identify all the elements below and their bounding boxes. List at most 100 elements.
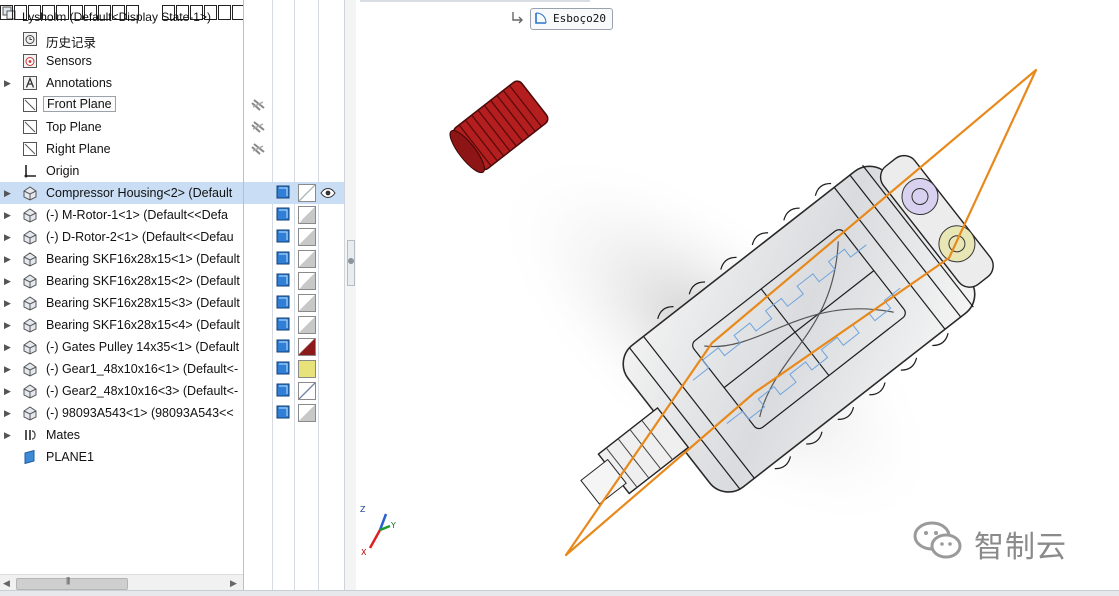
tree-item-origin[interactable]: Origin [0,160,243,182]
part-icon [23,230,37,245]
expand-arrow-icon[interactable]: ▶ [4,210,12,220]
sketch-arrow-icon [512,12,523,24]
expand-arrow-icon[interactable]: ▶ [4,342,12,352]
display-row[interactable] [244,226,344,248]
tree-item-bearing-2[interactable]: ▶ Bearing SKF16x28x15<2> (Default [0,270,243,292]
appearance-swatch[interactable] [298,206,316,224]
display-mode-cube-icon[interactable] [276,339,290,353]
expand-arrow-icon[interactable]: ▶ [4,430,12,440]
part-icon [23,274,37,289]
appearance-swatch-red[interactable] [298,338,316,356]
tree-item-label: (-) M-Rotor-1<1> (Default<<Defa [46,208,229,222]
appearance-swatch[interactable] [298,272,316,290]
appearance-swatch[interactable] [298,382,316,400]
expand-arrow-icon[interactable]: ▶ [4,364,12,374]
tree-item-top-plane[interactable]: Top Plane [0,116,243,138]
display-row[interactable] [244,292,344,314]
part-icon [23,406,37,421]
expand-arrow-icon[interactable]: ▶ [4,232,12,242]
tree-item-label: (-) Gear2_48x10x16<3> (Default<- [46,384,239,398]
tree-item-gates-pulley[interactable]: ▶ (-) Gates Pulley 14x35<1> (Default [0,336,243,358]
tree-item-right-plane[interactable]: Right Plane [0,138,243,160]
expand-arrow-icon[interactable]: ▶ [4,298,12,308]
scroll-right-icon[interactable]: ▶ [230,578,237,589]
scroll-thumb[interactable] [16,578,128,590]
display-mode-cube-icon[interactable] [276,361,290,375]
tree-root-row[interactable]: Lysholm (Default<Display State-1>) [0,0,243,26]
expand-arrow-icon[interactable]: ▶ [4,386,12,396]
display-row[interactable] [244,402,344,424]
tree-item-history[interactable]: 历史记录 [0,28,243,50]
tree-horizontal-scrollbar[interactable]: ◀ ||| ▶ [0,574,243,591]
plane-icon [23,98,37,112]
hidden-eye-icon[interactable] [250,97,266,113]
tree-item-compressor-housing[interactable]: ▶ Compressor Housing<2> (Default [0,182,243,204]
appearance-swatch-yellow[interactable] [298,360,316,378]
display-mode-cube-icon[interactable] [276,295,290,309]
hidden-eye-icon[interactable] [250,141,266,157]
scroll-left-icon[interactable]: ◀ [3,578,10,589]
appearance-swatch[interactable] [298,294,316,312]
eye-icon[interactable] [320,186,336,200]
expand-arrow-icon[interactable]: ▶ [4,188,12,198]
appearance-swatch[interactable] [298,228,316,246]
display-row[interactable] [244,358,344,380]
display-mode-cube-icon[interactable] [276,273,290,287]
display-row[interactable] [244,204,344,226]
tree-item-sensors[interactable]: Sensors [0,50,243,72]
tree-item-gear2[interactable]: ▶ (-) Gear2_48x10x16<3> (Default<- [0,380,243,402]
tree-item-label: Sensors [46,54,92,68]
expand-arrow-icon[interactable]: ▶ [4,254,12,264]
display-mode-cube-icon[interactable] [276,207,290,221]
appearance-swatch[interactable] [298,316,316,334]
tree-item-bearing-4[interactable]: ▶ Bearing SKF16x28x15<4> (Default [0,314,243,336]
display-mode-cube-icon[interactable] [276,317,290,331]
expand-arrow-icon[interactable]: ▶ [4,276,12,286]
appearance-swatch[interactable] [298,250,316,268]
expand-arrow-icon[interactable]: ▶ [4,408,12,418]
hidden-eye-icon[interactable] [250,119,266,135]
tree-item-gear1[interactable]: ▶ (-) Gear1_48x10x16<1> (Default<- [0,358,243,380]
tree-item-label: Mates [46,428,81,442]
tree-item-d-rotor[interactable]: ▶ (-) D-Rotor-2<1> (Default<<Defau [0,226,243,248]
appearance-swatch[interactable] [298,184,316,202]
tree-root-label: Lysholm (Default<Display State-1>) [22,10,211,24]
tree-item-label: Compressor Housing<2> (Default [46,186,233,200]
tree-item-label: Annotations [46,76,113,90]
display-mode-cube-icon[interactable] [276,229,290,243]
appearance-swatch[interactable] [298,404,316,422]
display-row[interactable] [244,182,344,204]
tree-item-m-rotor[interactable]: ▶ (-) M-Rotor-1<1> (Default<<Defa [0,204,243,226]
display-row[interactable] [244,248,344,270]
part-icon [23,340,37,355]
tree-item-label: Bearing SKF16x28x15<1> (Default [46,252,240,266]
tree-item-bearing-1[interactable]: ▶ Bearing SKF16x28x15<1> (Default [0,248,243,270]
tree-item-label: Right Plane [46,142,111,156]
graphics-area[interactable]: Esboço20 X Y Z 智制云 [356,0,1119,595]
tree-item-plane1[interactable]: PLANE1 [0,446,243,468]
display-mode-cube-icon[interactable] [276,405,290,419]
lysholm-compressor-model[interactable] [356,0,1119,595]
expand-arrow-icon[interactable]: ▶ [4,320,12,330]
expand-arrow-icon[interactable]: ▶ [4,78,12,88]
display-mode-cube-icon[interactable] [276,383,290,397]
tree-item-label: 历史记录 [46,36,97,50]
sensors-icon [23,54,37,68]
display-row[interactable] [244,336,344,358]
tree-item-front-plane[interactable]: Front Plane [0,94,243,116]
display-mode-cube-icon[interactable] [276,185,290,199]
plane-icon [23,142,37,156]
tree-item-label: Bearing SKF16x28x15<4> (Default [46,318,240,332]
tree-item-mates[interactable]: ▶ Mates [0,424,243,446]
display-row[interactable] [244,270,344,292]
tree-item-bearing-3[interactable]: ▶ Bearing SKF16x28x15<3> (Default [0,292,243,314]
sketch-icon [535,12,547,24]
tree-item-98093a543[interactable]: ▶ (-) 98093A543<1> (98093A543<< [0,402,243,424]
tree-item-label: Origin [46,164,80,178]
display-row[interactable] [244,380,344,402]
tree-item-label: (-) D-Rotor-2<1> (Default<<Defau [46,230,234,244]
tree-item-annotations[interactable]: ▶ Annotations [0,72,243,94]
display-mode-cube-icon[interactable] [276,251,290,265]
display-row[interactable] [244,314,344,336]
history-icon [23,32,37,46]
